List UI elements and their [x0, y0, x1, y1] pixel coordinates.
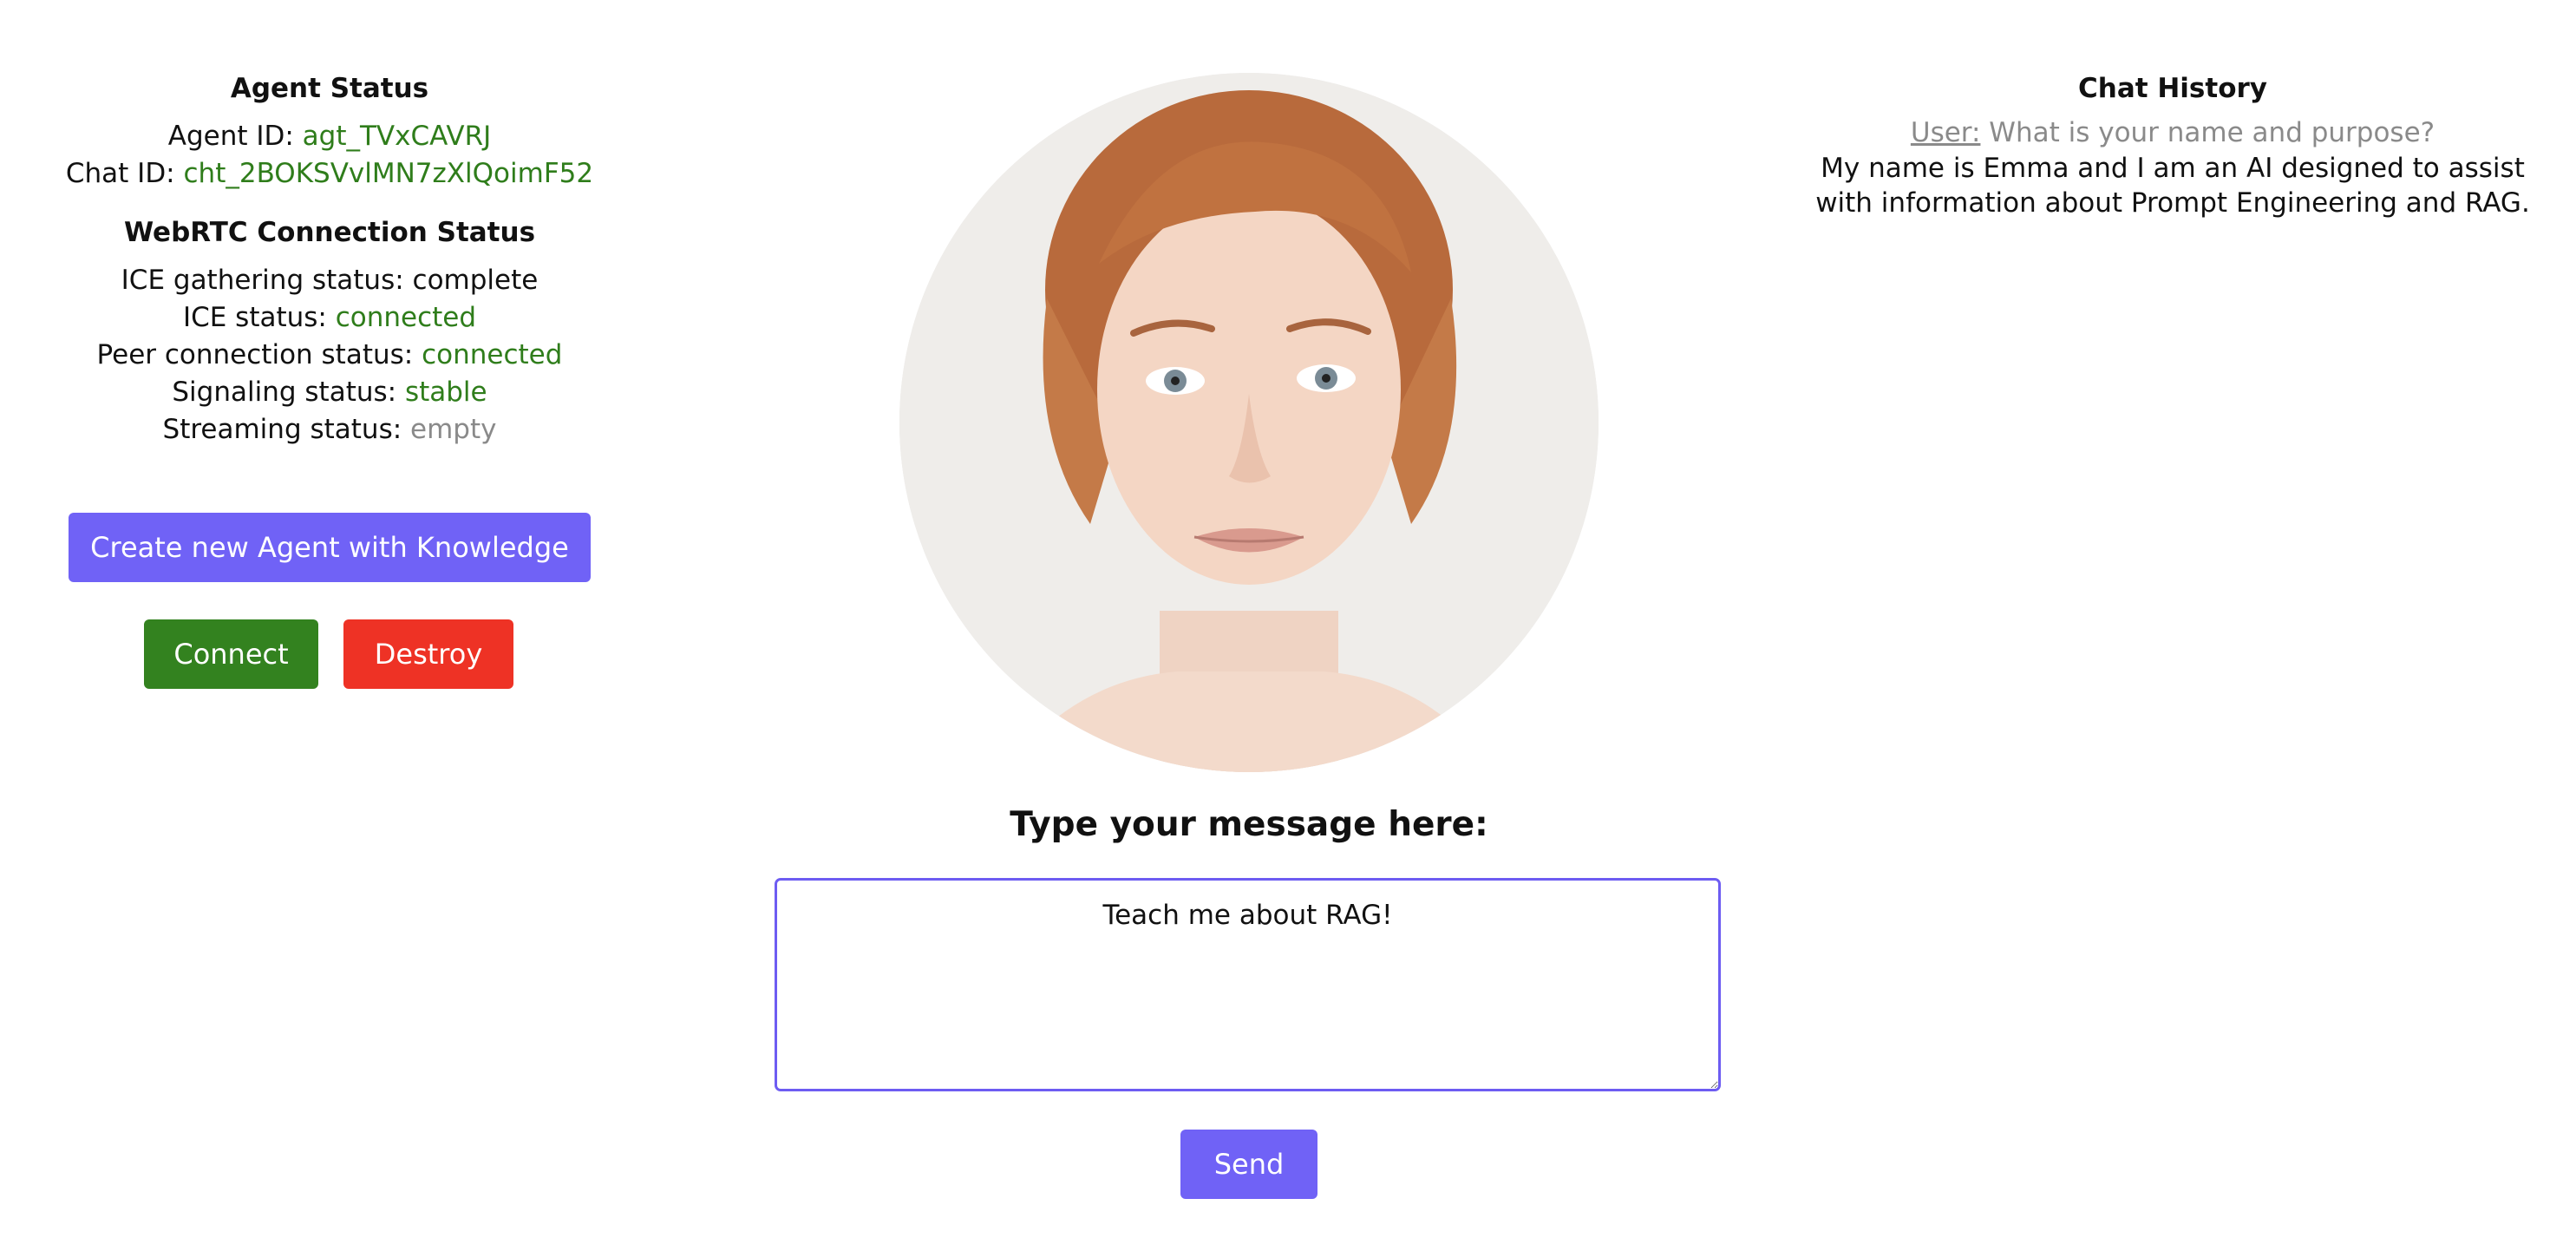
send-button[interactable]: Send [1180, 1130, 1317, 1199]
chat-id-value: cht_2BOKSVvlMN7zXlQoimF52 [183, 158, 594, 189]
ice-status-label: ICE status: [182, 302, 327, 333]
chat-history-panel: Chat History User: What is your name and… [1813, 69, 2533, 220]
chat-id-label: Chat ID: [65, 158, 175, 189]
webrtc-status-title: WebRTC Connection Status [123, 217, 536, 248]
signaling-value: stable [404, 377, 487, 408]
ice-status-value: connected [335, 302, 477, 333]
signaling-label: Signaling status: [172, 377, 397, 408]
page: Agent Status Agent ID: agt_TVxCAVRJ Chat… [0, 0, 2576, 1238]
agent-id-label: Agent ID: [167, 121, 294, 152]
message-prompt-label: Type your message here: [1010, 805, 1488, 844]
agent-id-value: agt_TVxCAVRJ [302, 121, 492, 152]
chat-history-title: Chat History [2078, 73, 2267, 104]
chat-message-agent: My name is Emma and I am an AI designed … [1815, 153, 2530, 219]
ice-gathering-label: ICE gathering status: [121, 265, 404, 296]
chat-message-user: User: What is your name and purpose? [1813, 115, 2533, 151]
ice-gathering-status: ICE gathering status: complete [0, 262, 659, 299]
user-message-text: What is your name and purpose? [1989, 117, 2435, 148]
ice-status: ICE status: connected [0, 299, 659, 337]
destroy-button[interactable]: Destroy [343, 619, 513, 689]
streaming-label: Streaming status: [162, 414, 402, 445]
streaming-value: empty [410, 414, 497, 445]
ice-gathering-value: complete [412, 265, 539, 296]
message-input[interactable]: Teach me about RAG! [775, 878, 1721, 1091]
agent-id-line: Agent ID: agt_TVxCAVRJ [0, 118, 659, 155]
peer-connection-value: connected [422, 339, 563, 370]
peer-connection-status: Peer connection status: connected [0, 337, 659, 374]
agent-video-avatar [899, 73, 1599, 772]
streaming-status: Streaming status: empty [0, 411, 659, 449]
connect-button[interactable]: Connect [144, 619, 318, 689]
status-panel: Agent Status Agent ID: agt_TVxCAVRJ Chat… [0, 69, 659, 449]
user-speaker-label: User: [1910, 117, 1981, 148]
agent-status-title: Agent Status [230, 73, 429, 104]
signaling-status: Signaling status: stable [0, 374, 659, 411]
create-agent-button[interactable]: Create new Agent with Knowledge [69, 513, 591, 582]
chat-id-line: Chat ID: cht_2BOKSVvlMN7zXlQoimF52 [0, 155, 659, 193]
avatar-portrait-icon [899, 73, 1599, 772]
peer-connection-label: Peer connection status: [96, 339, 414, 370]
agent-ids: Agent ID: agt_TVxCAVRJ Chat ID: cht_2BOK… [0, 118, 659, 193]
